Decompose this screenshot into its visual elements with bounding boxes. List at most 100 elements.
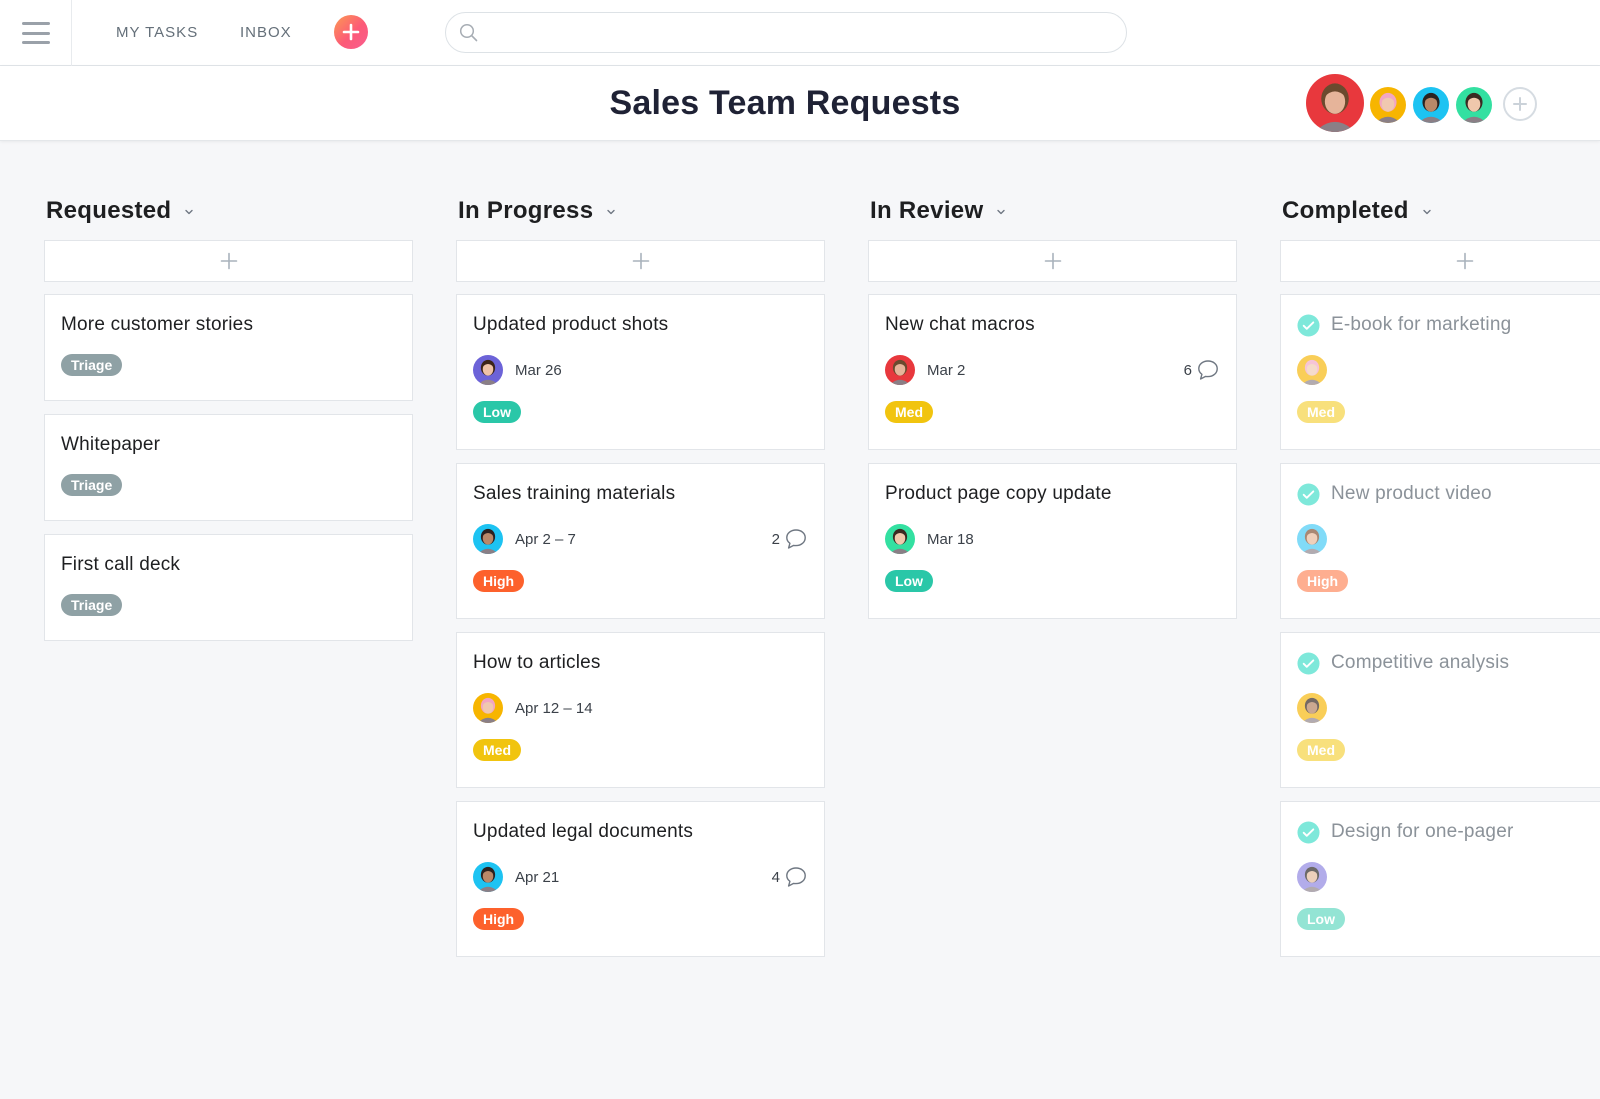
task-card[interactable]: Whitepaper Triage [44, 414, 413, 521]
add-task-button[interactable] [1280, 240, 1600, 282]
menu-button[interactable] [0, 0, 72, 66]
assignee-avatar[interactable] [473, 862, 503, 892]
column-header[interactable]: Requested [46, 195, 195, 227]
task-title: Updated product shots [473, 314, 669, 335]
check-circle-icon[interactable] [1297, 482, 1320, 506]
person-photo-icon [473, 524, 503, 554]
priority-tag[interactable]: Med [1297, 401, 1345, 423]
person-photo-icon [1306, 74, 1364, 132]
assignee-avatar[interactable] [1297, 862, 1327, 892]
task-card[interactable]: Competitive analysis Med [1280, 632, 1600, 788]
column-title: In Review [870, 197, 984, 224]
column-header[interactable]: Completed [1282, 195, 1433, 227]
task-meta: Mar 2 6 [885, 355, 1220, 385]
due-date[interactable]: Mar 26 [515, 362, 562, 379]
assignee-avatar[interactable] [473, 693, 503, 723]
hamburger-menu-icon [21, 22, 50, 44]
board: Requested More customer stories Triage Whit… [0, 141, 1600, 1099]
task-card[interactable]: Product page copy update Mar 18 Low [868, 463, 1237, 619]
priority-tag[interactable]: Triage [61, 354, 123, 376]
task-card[interactable]: First call deck Triage [44, 534, 413, 641]
due-date[interactable]: Apr 12 – 14 [515, 700, 593, 717]
assignee-avatar[interactable] [473, 355, 503, 385]
task-card[interactable]: Sales training materials Apr 2 – 7 2 High [456, 463, 825, 619]
nav-my-tasks[interactable]: MY TASKS [116, 24, 198, 41]
priority-tag[interactable]: High [473, 908, 525, 930]
add-task-button[interactable] [868, 240, 1237, 282]
task-meta: Mar 18 [885, 524, 1220, 554]
task-meta: Apr 12 – 14 [473, 693, 808, 723]
comment-count-value: 6 [1183, 361, 1192, 379]
task-card[interactable]: New chat macros Mar 2 6 Med [868, 294, 1237, 450]
priority-tag[interactable]: Triage [61, 474, 123, 496]
priority-tag[interactable]: Med [885, 401, 933, 423]
task-title-row: Design for one-pager [1297, 820, 1600, 844]
quick-add-button[interactable] [334, 15, 368, 49]
member-avatar[interactable] [1413, 87, 1449, 123]
task-title: How to articles [473, 652, 601, 673]
person-photo-icon [473, 862, 503, 892]
nav-inbox[interactable]: INBOX [240, 24, 292, 41]
comment-count[interactable]: 4 [772, 866, 808, 888]
priority-tag[interactable]: Low [473, 401, 521, 423]
due-date[interactable]: Apr 2 – 7 [515, 531, 576, 548]
task-title: Product page copy update [885, 483, 1112, 504]
search-bar[interactable] [445, 12, 1127, 53]
assignee-avatar[interactable] [885, 355, 915, 385]
task-card[interactable]: Design for one-pager Low [1280, 801, 1600, 957]
priority-tag[interactable]: Low [885, 570, 933, 592]
comment-count[interactable]: 2 [772, 528, 808, 550]
search-input[interactable] [486, 13, 1106, 51]
check-circle-icon[interactable] [1297, 313, 1320, 337]
task-card[interactable]: How to articles Apr 12 – 14 Med [456, 632, 825, 788]
assignee-avatar[interactable] [473, 524, 503, 554]
add-member-button[interactable] [1503, 87, 1537, 121]
task-title-row: Updated legal documents [473, 820, 808, 844]
assignee-avatar[interactable] [885, 524, 915, 554]
column-header[interactable]: In Progress [458, 195, 617, 227]
plus-icon [1044, 252, 1061, 270]
priority-tag[interactable]: Low [1297, 908, 1345, 930]
add-task-button[interactable] [456, 240, 825, 282]
due-date[interactable]: Mar 18 [927, 531, 974, 548]
card-list: More customer stories Triage Whitepaper Tri… [44, 294, 413, 654]
member-avatar[interactable] [1370, 87, 1406, 123]
chevron-down-icon[interactable] [995, 206, 1007, 218]
add-task-button[interactable] [44, 240, 413, 282]
task-title-row: How to articles [473, 651, 808, 675]
due-date[interactable]: Mar 2 [927, 362, 965, 379]
card-list: E-book for marketing Med New product video… [1280, 294, 1600, 970]
task-card[interactable]: E-book for marketing Med [1280, 294, 1600, 450]
person-photo-icon [1413, 87, 1449, 123]
column-title: In Progress [458, 197, 594, 224]
plus-icon [342, 23, 360, 41]
chevron-down-icon[interactable] [1421, 206, 1433, 218]
member-avatar[interactable] [1456, 87, 1492, 123]
priority-tag[interactable]: High [1297, 570, 1349, 592]
comment-count[interactable]: 6 [1184, 359, 1220, 381]
task-card[interactable]: Updated legal documents Apr 21 4 High [456, 801, 825, 957]
check-circle-icon[interactable] [1297, 820, 1320, 844]
task-card[interactable]: Updated product shots Mar 26 Low [456, 294, 825, 450]
person-photo-icon [1297, 862, 1327, 892]
column-header[interactable]: In Review [870, 195, 1007, 227]
task-title-row: More customer stories [61, 313, 396, 337]
assignee-avatar[interactable] [1297, 693, 1327, 723]
priority-tag[interactable]: Med [473, 739, 521, 761]
member-avatar[interactable] [1306, 74, 1364, 132]
task-title: Competitive analysis [1331, 652, 1510, 673]
check-circle-icon[interactable] [1297, 651, 1320, 675]
assignee-avatar[interactable] [1297, 355, 1327, 385]
priority-tag[interactable]: Med [1297, 739, 1345, 761]
person-photo-icon [885, 355, 915, 385]
due-date[interactable]: Apr 21 [515, 869, 559, 886]
chevron-down-icon[interactable] [183, 206, 195, 218]
priority-tag[interactable]: High [473, 570, 525, 592]
assignee-avatar[interactable] [1297, 524, 1327, 554]
priority-tag[interactable]: Triage [61, 594, 123, 616]
chevron-down-icon[interactable] [605, 206, 617, 218]
task-title: Updated legal documents [473, 821, 694, 842]
person-photo-icon [1370, 87, 1406, 123]
task-card[interactable]: New product video High [1280, 463, 1600, 619]
task-card[interactable]: More customer stories Triage [44, 294, 413, 401]
